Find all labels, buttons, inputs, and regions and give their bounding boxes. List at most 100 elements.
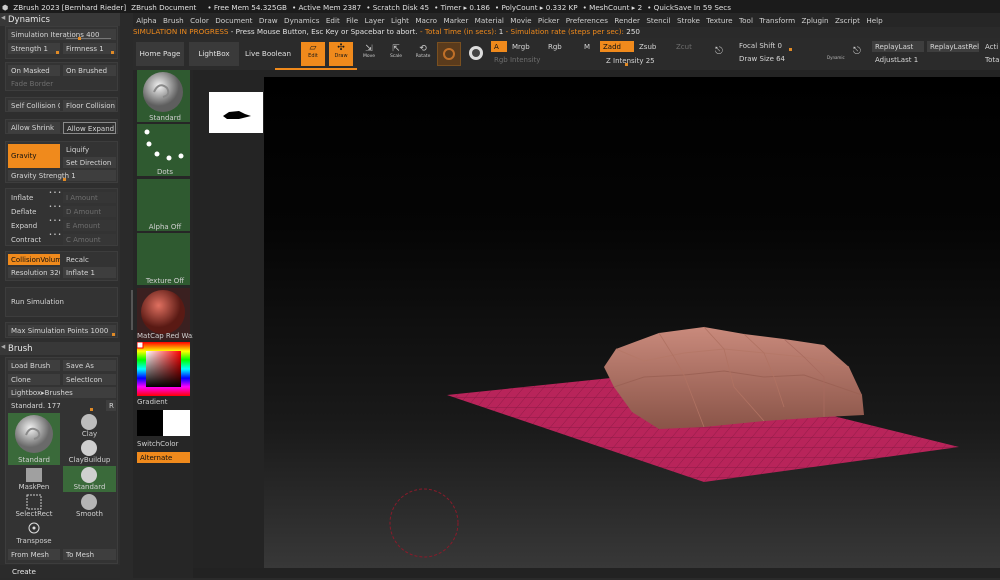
self-collision-slider[interactable]: Self Collision 0 xyxy=(8,100,60,111)
rgb-button[interactable]: Rgb xyxy=(545,41,569,52)
zcut-button[interactable]: Zcut xyxy=(673,41,703,52)
menu-edit[interactable]: Edit xyxy=(326,16,340,25)
e-amount-slider[interactable]: E Amount xyxy=(63,220,116,231)
material-swatch[interactable] xyxy=(437,42,461,66)
replay-last-rel-button[interactable]: ReplayLastRel xyxy=(927,41,979,52)
slider-knob[interactable] xyxy=(56,51,59,54)
zsub-button[interactable]: Zsub xyxy=(636,41,666,52)
menu-texture[interactable]: Texture xyxy=(706,16,732,25)
reset-brush-button[interactable]: R xyxy=(106,400,116,411)
slider-knob[interactable] xyxy=(112,333,115,336)
menu-transform[interactable]: Transform xyxy=(759,16,795,25)
slider-knob[interactable] xyxy=(90,408,93,411)
draw-size-slider[interactable]: Draw Size 64 xyxy=(736,53,796,64)
gradient-label[interactable]: Gradient xyxy=(137,398,193,406)
lightbox-button[interactable]: LightBox xyxy=(189,42,239,66)
menu-macro[interactable]: Macro xyxy=(415,16,437,25)
menu-help[interactable]: Help xyxy=(866,16,882,25)
m-button[interactable]: M xyxy=(581,41,595,52)
home-page-button[interactable]: Home Page xyxy=(136,42,184,66)
collision-volume-button[interactable]: CollisionVolume xyxy=(8,254,60,265)
scale-button[interactable]: ⇱ Scale xyxy=(386,44,406,64)
alternate-button[interactable]: Alternate xyxy=(137,452,190,463)
brush-thumb-selectrect[interactable]: SelectRect xyxy=(8,493,60,519)
brush-thumb-standard[interactable]: Standard xyxy=(8,413,60,465)
brush-thumb-clay[interactable]: Clay xyxy=(63,413,116,439)
brush-thumb-transpose[interactable]: Transpose xyxy=(8,520,60,546)
fade-border-slider[interactable]: Fade Border xyxy=(8,78,116,89)
brush-thumb-claybuildup[interactable]: ClayBuildup xyxy=(63,439,116,465)
expand-options-icon[interactable]: • • • xyxy=(49,218,61,224)
rotate-button[interactable]: ⟲ Rotate xyxy=(413,44,433,64)
secondary-color-swatch[interactable] xyxy=(163,410,190,436)
strength-slider[interactable]: Strength 1 xyxy=(8,43,60,54)
clone-button[interactable]: Clone xyxy=(8,374,60,385)
on-brushed-button[interactable]: On Brushed xyxy=(63,65,116,76)
slider-knob[interactable] xyxy=(111,51,114,54)
i-amount-slider[interactable]: I Amount xyxy=(63,192,116,203)
create-header[interactable]: Create xyxy=(0,565,120,578)
switch-color-button[interactable]: SwitchColor xyxy=(137,440,193,448)
on-masked-button[interactable]: On Masked xyxy=(8,65,60,76)
deflate-options-icon[interactable]: • • • xyxy=(49,204,61,210)
color-picker[interactable] xyxy=(137,342,190,396)
inflate-options-icon[interactable]: • • • xyxy=(49,190,61,196)
menu-marker[interactable]: Marker xyxy=(443,16,468,25)
allow-expand-button[interactable]: Allow Expand xyxy=(63,122,116,134)
menu-render[interactable]: Render xyxy=(614,16,640,25)
save-as-button[interactable]: Save As xyxy=(63,360,116,371)
menu-color[interactable]: Color xyxy=(190,16,209,25)
rgb-intensity-slider[interactable]: Rgb Intensity xyxy=(491,54,591,65)
menu-material[interactable]: Material xyxy=(475,16,504,25)
brush-thumb-maskpen[interactable]: MaskPen xyxy=(8,466,60,492)
run-simulation-button[interactable]: Run Simulation xyxy=(8,291,116,314)
to-mesh-button[interactable]: To Mesh xyxy=(63,549,116,560)
d-amount-slider[interactable]: D Amount xyxy=(63,206,116,217)
current-brush-slider[interactable]: Standard. 177 xyxy=(8,400,106,411)
zadd-button[interactable]: Zadd xyxy=(600,41,634,52)
contract-options-icon[interactable]: • • • xyxy=(49,232,61,238)
firmness-slider[interactable]: Firmness 1 xyxy=(63,43,116,54)
menu-preferences[interactable]: Preferences xyxy=(566,16,608,25)
dynamic-toggle[interactable]: Dynamic xyxy=(827,55,845,60)
liquify-button[interactable]: Liquify xyxy=(63,144,116,155)
menu-zscript[interactable]: Zscript xyxy=(835,16,860,25)
adjust-last-slider[interactable]: AdjustLast 1 xyxy=(872,54,978,65)
gravity-button[interactable]: Gravity xyxy=(8,144,60,168)
slider-knob[interactable] xyxy=(63,178,66,181)
menu-movie[interactable]: Movie xyxy=(510,16,531,25)
menu-file[interactable]: File xyxy=(346,16,358,25)
navigator-thumbnail[interactable] xyxy=(209,92,263,133)
floor-collision-button[interactable]: Floor Collision xyxy=(63,100,116,111)
edit-button[interactable]: ▱ Edit xyxy=(301,42,325,66)
resolution-slider[interactable]: Resolution 3200 xyxy=(8,267,60,278)
menu-stencil[interactable]: Stencil xyxy=(646,16,670,25)
inflate-slider[interactable]: Inflate 1 xyxy=(63,267,116,278)
menu-document[interactable]: Document xyxy=(215,16,252,25)
brush-thumb-smooth[interactable]: Smooth xyxy=(63,493,116,519)
slider-knob[interactable] xyxy=(78,37,81,40)
menu-brush[interactable]: Brush xyxy=(163,16,184,25)
allow-shrink-button[interactable]: Allow Shrink xyxy=(8,122,60,133)
set-direction-button[interactable]: Set Direction xyxy=(63,157,116,168)
mrgb-button[interactable]: Mrgb xyxy=(509,41,539,52)
menu-layer[interactable]: Layer xyxy=(365,16,385,25)
menu-stroke[interactable]: Stroke xyxy=(677,16,700,25)
z-intensity-slider[interactable]: Z Intensity 25 xyxy=(603,55,703,66)
replay-last-button[interactable]: ReplayLast xyxy=(872,41,924,52)
viewport-canvas[interactable] xyxy=(264,77,1000,578)
brush-header[interactable]: ◂ Brush xyxy=(0,342,120,355)
load-brush-button[interactable]: Load Brush xyxy=(8,360,60,371)
slider-knob[interactable] xyxy=(625,63,628,66)
slider-knob[interactable] xyxy=(789,48,792,51)
focal-shift-slider[interactable]: Focal Shift 0 xyxy=(736,40,824,51)
select-icon-button[interactable]: SelectIcon xyxy=(63,374,116,385)
live-boolean-button[interactable]: Live Boolean xyxy=(243,42,293,66)
c-amount-slider[interactable]: C Amount xyxy=(63,234,116,245)
recalc-button[interactable]: Recalc xyxy=(63,254,116,265)
menu-zplugin[interactable]: Zplugin xyxy=(801,16,828,25)
from-mesh-button[interactable]: From Mesh xyxy=(8,549,60,560)
max-points-slider[interactable]: Max Simulation Points 1000 xyxy=(8,325,116,336)
draw-button[interactable]: ✣ Draw xyxy=(329,42,353,66)
menu-picker[interactable]: Picker xyxy=(538,16,559,25)
